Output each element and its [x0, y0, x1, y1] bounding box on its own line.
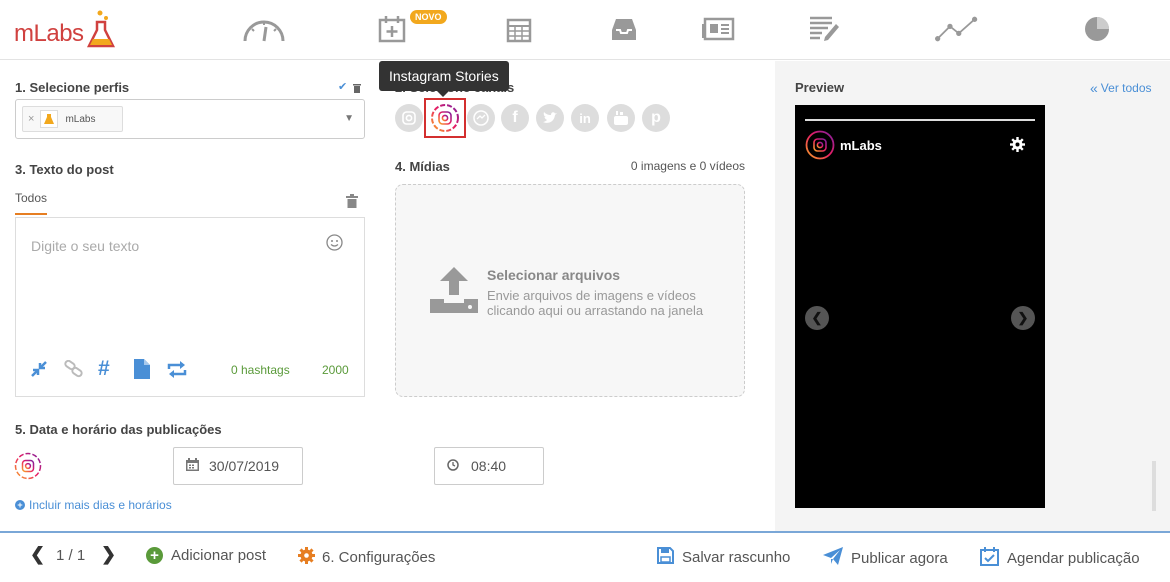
add-post-button[interactable]: + Adicionar post	[146, 547, 266, 564]
see-all-label: Ver todos	[1100, 81, 1152, 95]
post-text-area[interactable]: Digite o seu texto # 0 hashtags 2000	[15, 217, 365, 397]
twitter-channel-icon[interactable]	[536, 104, 564, 132]
floppy-disk-icon	[657, 547, 674, 568]
story-next-arrow-icon[interactable]: ❯	[1011, 306, 1035, 330]
instagram-feed-channel-icon[interactable]	[395, 104, 423, 132]
publish-now-button[interactable]: Publicar agora	[823, 547, 948, 569]
media-section-title: 4. Mídias	[395, 159, 450, 174]
youtube-channel-icon[interactable]	[607, 104, 635, 132]
post-text-section-title: 3. Texto do post	[15, 162, 114, 177]
news-feed-icon[interactable]	[696, 12, 740, 46]
add-post-label: Adicionar post	[171, 547, 267, 564]
schedule-post-label: Agendar publicação	[1007, 550, 1140, 567]
profile-chip: × mLabs	[22, 106, 123, 132]
profiles-section-title: 1. Selecione perfis	[15, 80, 130, 95]
next-post-chevron-icon[interactable]: ❯	[101, 544, 116, 565]
publish-now-label: Publicar agora	[851, 549, 948, 567]
add-more-dates-label: Incluir mais dias e horários	[29, 498, 172, 512]
profile-avatar	[40, 110, 59, 128]
remove-profile-icon[interactable]: ×	[28, 113, 34, 125]
analytics-line-icon[interactable]	[935, 12, 979, 46]
caret-down-icon[interactable]: ▼	[344, 113, 354, 124]
plus-circle-icon: +	[15, 500, 25, 510]
instagram-stories-channel-selected[interactable]	[424, 98, 466, 138]
bottom-action-bar: ❮ 1 / 1 ❯ + Adicionar post 6. Configuraç…	[0, 531, 1170, 582]
schedule-post-button[interactable]: Agendar publicação	[980, 547, 1140, 570]
upload-title: Selecionar arquivos	[487, 267, 621, 283]
character-count: 2000	[322, 363, 349, 377]
logo-text: mLabs	[14, 20, 84, 47]
date-value: 30/07/2019	[209, 458, 280, 474]
pinterest-channel-icon[interactable]: p	[642, 104, 670, 132]
post-editor-panel: 1. Selecione perfis ✔ × mLabs ▼ 2. Selec…	[0, 61, 775, 531]
preview-scrollbar[interactable]	[1152, 461, 1156, 511]
gear-orange-icon	[298, 547, 315, 568]
clock-icon	[447, 458, 459, 474]
time-value: 08:40	[471, 458, 507, 474]
preview-panel: Preview « Ver todos mLabs ❮ ❯	[775, 61, 1170, 531]
previous-post-chevron-icon[interactable]: ❮	[30, 544, 45, 565]
story-settings-gear-icon[interactable]	[1010, 137, 1025, 155]
calendar-check-icon	[980, 547, 999, 570]
save-draft-button[interactable]: Salvar rascunho	[657, 547, 790, 568]
story-account-name: mLabs	[840, 138, 882, 153]
facebook-channel-icon[interactable]: f	[501, 104, 529, 132]
flask-icon	[86, 10, 115, 48]
hashtag-count: 0 hashtags	[231, 363, 290, 377]
calendar-icon[interactable]	[497, 12, 541, 46]
instagram-stories-icon	[431, 104, 459, 132]
media-upload-dropzone[interactable]: Selecionar arquivos Envie arquivos de im…	[395, 184, 745, 397]
new-badge: NOVO	[410, 10, 447, 24]
story-prev-arrow-icon[interactable]: ❮	[805, 306, 829, 330]
pie-chart-icon[interactable]	[1075, 12, 1119, 46]
calendar-small-icon	[186, 458, 199, 474]
time-input[interactable]: 08:40	[434, 447, 544, 485]
paper-plane-icon	[823, 547, 843, 569]
inbox-icon[interactable]	[602, 12, 646, 46]
double-chevron-left-icon: «	[1090, 80, 1098, 96]
emoji-icon[interactable]	[326, 234, 343, 254]
clear-text-trash-icon[interactable]	[346, 194, 358, 211]
top-navigation-bar: mLabs NOVO	[0, 0, 1170, 60]
post-text-placeholder: Digite o seu texto	[31, 238, 140, 254]
add-more-dates-link[interactable]: + Incluir mais dias e horários	[15, 498, 172, 512]
settings-button[interactable]: 6. Configurações	[298, 547, 435, 568]
mlabs-logo[interactable]: mLabs	[14, 6, 116, 48]
stories-phone-preview: mLabs ❮ ❯	[795, 105, 1045, 508]
page-indicator: 1 / 1	[56, 547, 86, 564]
instagram-stories-avatar-icon	[14, 452, 42, 483]
tab-all-networks[interactable]: Todos	[15, 191, 48, 215]
preview-title: Preview	[795, 80, 845, 95]
upload-hint-line1: Envie arquivos de imagens e vídeos	[487, 288, 696, 303]
hashtag-icon[interactable]: #	[98, 357, 110, 381]
save-draft-label: Salvar rascunho	[682, 549, 791, 566]
repost-icon[interactable]	[166, 361, 188, 381]
dashboard-gauge-icon[interactable]	[242, 12, 286, 46]
plus-circle-green-icon: +	[146, 547, 163, 564]
shorten-collapse-icon[interactable]	[30, 360, 48, 381]
date-input[interactable]: 30/07/2019	[173, 447, 303, 485]
report-edit-icon[interactable]	[801, 12, 845, 46]
document-icon[interactable]	[134, 359, 150, 382]
profile-selector[interactable]: × mLabs ▼	[15, 99, 365, 139]
upload-hint-line2: clicando aqui ou arrastando na janela	[487, 303, 704, 318]
clear-profiles-trash-icon[interactable]	[352, 81, 362, 96]
messenger-channel-icon[interactable]	[467, 104, 495, 132]
upload-icon	[430, 267, 478, 316]
channel-tooltip: Instagram Stories	[379, 61, 509, 97]
profile-chip-label: mLabs	[65, 113, 96, 125]
schedule-section-title: 5. Data e horário das publicações	[15, 422, 222, 437]
story-account-avatar	[805, 130, 835, 163]
see-all-link[interactable]: « Ver todos	[1090, 81, 1152, 95]
select-all-profiles-icon[interactable]: ✔	[338, 80, 347, 93]
link-icon[interactable]	[64, 359, 84, 381]
linkedin-channel-icon[interactable]: in	[571, 104, 599, 132]
settings-label: 6. Configurações	[322, 549, 436, 566]
media-counter: 0 imagens e 0 vídeos	[630, 159, 745, 173]
story-progress-bar	[805, 119, 1035, 121]
new-post-calendar-icon[interactable]	[370, 12, 414, 46]
